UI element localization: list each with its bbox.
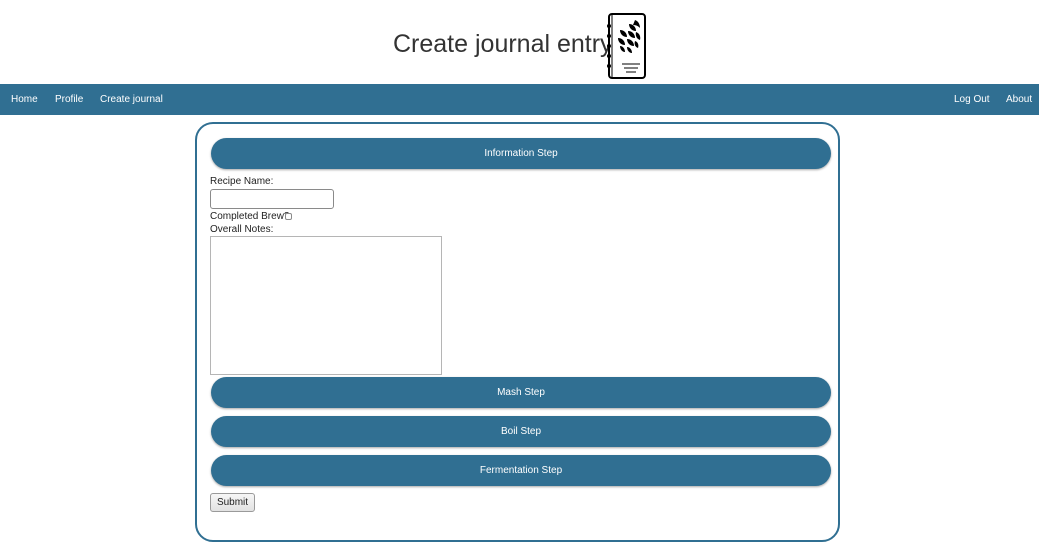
mash-step-button[interactable]: Mash Step bbox=[211, 377, 831, 408]
fermentation-step-button[interactable]: Fermentation Step bbox=[211, 455, 831, 486]
submit-button[interactable]: Submit bbox=[210, 493, 255, 512]
nav-logout-link[interactable]: Log Out bbox=[954, 84, 990, 115]
completed-brew-checkbox[interactable] bbox=[285, 213, 292, 220]
overall-notes-label: Overall Notes: bbox=[210, 224, 274, 235]
nav-about-link[interactable]: About bbox=[1006, 84, 1032, 115]
top-navbar: Home Profile Create journal Log Out Abou… bbox=[0, 84, 1039, 115]
boil-step-button[interactable]: Boil Step bbox=[211, 416, 831, 447]
recipe-name-label: Recipe Name: bbox=[210, 176, 274, 187]
nav-home-link[interactable]: Home bbox=[11, 84, 38, 115]
journal-entry-form: Information Step Recipe Name: Completed … bbox=[195, 122, 840, 542]
nav-create-journal-link[interactable]: Create journal bbox=[100, 84, 163, 115]
journal-hop-icon bbox=[607, 13, 646, 79]
page-header: Create journal entry bbox=[0, 0, 1039, 84]
information-step-button[interactable]: Information Step bbox=[211, 138, 831, 169]
page-title: Create journal entry bbox=[393, 30, 613, 58]
recipe-name-input[interactable] bbox=[210, 189, 334, 209]
completed-brew-label: Completed Brew?: bbox=[210, 211, 293, 222]
overall-notes-textarea[interactable] bbox=[210, 236, 442, 375]
nav-profile-link[interactable]: Profile bbox=[55, 84, 83, 115]
